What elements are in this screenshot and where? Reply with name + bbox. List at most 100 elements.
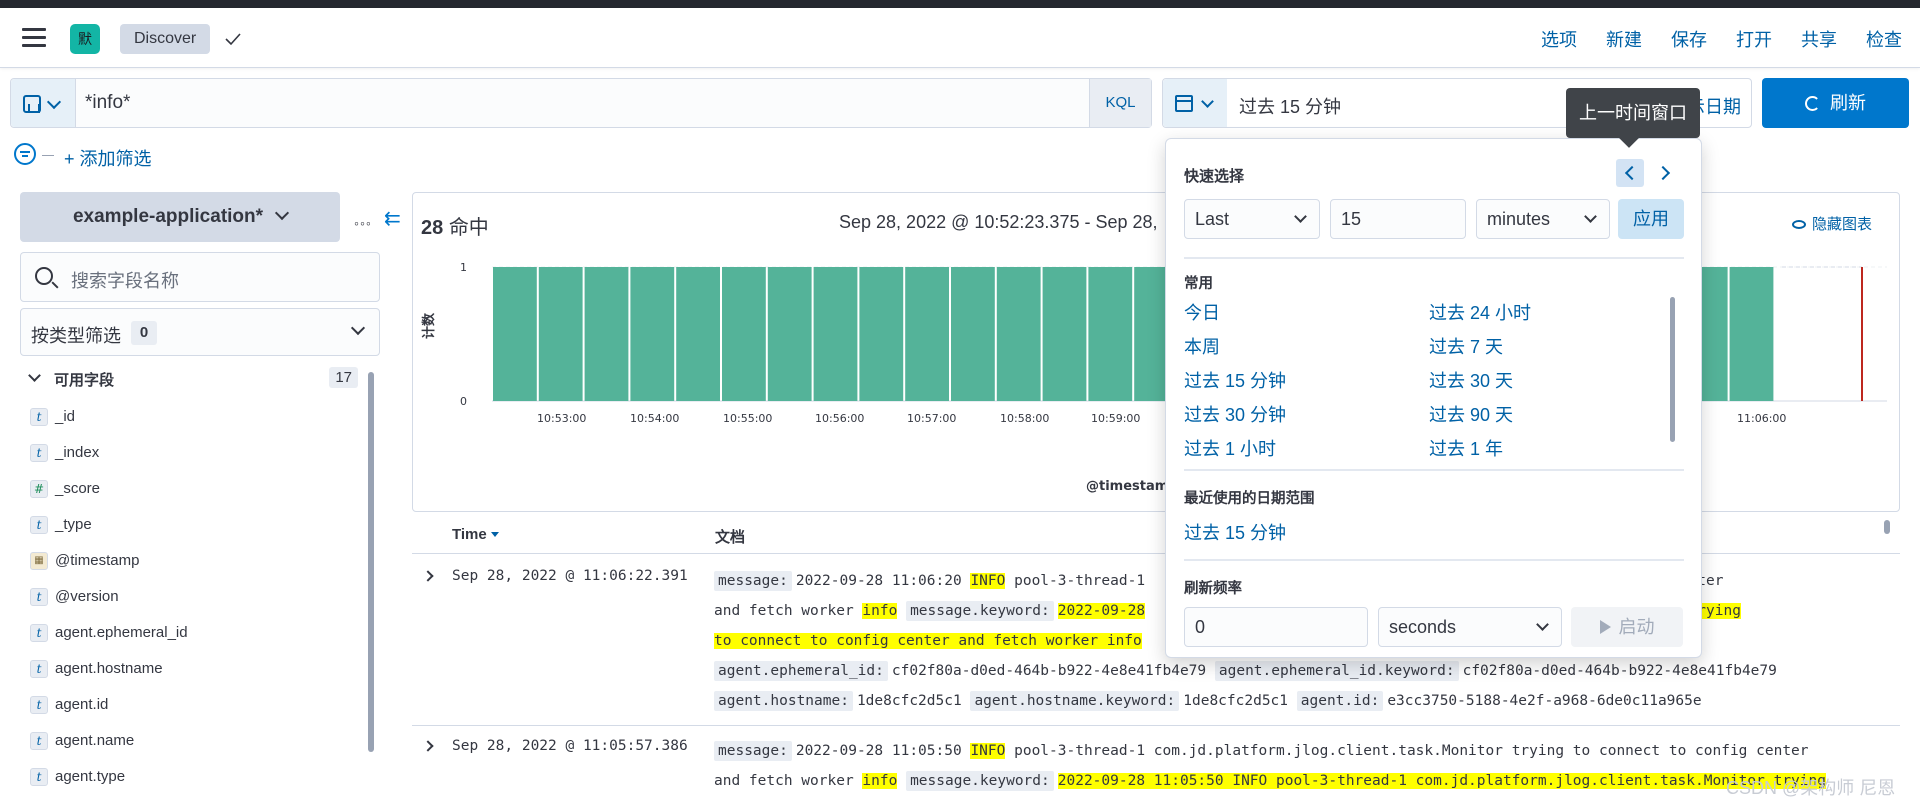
- chevron-down-icon: [274, 205, 290, 221]
- collapse-sidebar-icon[interactable]: ⇇: [384, 206, 401, 231]
- divider: [1184, 559, 1684, 561]
- sidebar-scrollbar[interactable]: [368, 372, 374, 752]
- field-value: pool-3-thread-1 com.jd.platform.jlog.cli…: [1005, 743, 1809, 759]
- available-fields-count: 17: [329, 367, 358, 388]
- saved-query-button[interactable]: [11, 79, 76, 127]
- type-filter-label: 按类型筛选: [31, 326, 121, 346]
- expand-row-icon[interactable]: [422, 740, 434, 752]
- field-item[interactable]: t agent.hostname: [28, 652, 358, 688]
- histogram-bar: [996, 267, 1041, 401]
- next-window-button[interactable]: [1651, 159, 1679, 187]
- x-tick-label: 10:54:00: [630, 412, 679, 425]
- nav-new[interactable]: 新建: [1606, 26, 1642, 52]
- field-item[interactable]: t _type: [28, 508, 358, 544]
- field-item[interactable]: t agent.id: [28, 688, 358, 724]
- highlighted-text: 2022-09-28 11:05:50 INFO pool-3-thread-1…: [1057, 773, 1826, 789]
- field-key: agent.ephemeral_id.keyword:: [1214, 661, 1459, 681]
- more-options-icon[interactable]: ◦◦◦: [354, 215, 372, 231]
- field-key: message:: [714, 571, 792, 591]
- nav-open[interactable]: 打开: [1736, 26, 1772, 52]
- chevron-down-icon: [1201, 95, 1214, 108]
- common-range-link[interactable]: 过去 15 分钟: [1184, 367, 1286, 393]
- apply-button[interactable]: 应用: [1618, 199, 1684, 239]
- field-value: and fetch worker: [714, 773, 863, 789]
- histogram-bar: [584, 267, 629, 401]
- refresh-interval-input[interactable]: 0: [1184, 607, 1368, 647]
- common-range-link[interactable]: 过去 1 年: [1429, 435, 1503, 459]
- table-scrollbar[interactable]: [1884, 520, 1890, 534]
- histogram-bar: [859, 267, 904, 401]
- previous-window-button[interactable]: [1616, 159, 1644, 187]
- expand-row-icon[interactable]: [422, 570, 434, 582]
- amount-input[interactable]: 15: [1330, 199, 1466, 239]
- histogram-bar: [905, 267, 949, 401]
- field-item[interactable]: t agent.type: [28, 760, 358, 796]
- eye-closed-icon: [1792, 220, 1806, 229]
- hits-label: 命中: [448, 217, 489, 239]
- filter-icon[interactable]: [14, 143, 36, 165]
- row-timestamp: Sep 28, 2022 @ 11:06:22.391: [452, 568, 688, 584]
- string-field-icon: t: [30, 408, 48, 426]
- type-filter[interactable]: 按类型筛选 0: [20, 308, 380, 356]
- query-bar: *info* KQL: [10, 78, 1152, 128]
- space-avatar[interactable]: 默: [70, 24, 100, 54]
- field-key: message.keyword:: [906, 771, 1054, 791]
- highlighted-text: info: [862, 773, 898, 789]
- field-item[interactable]: t _index: [28, 436, 358, 472]
- common-range-link[interactable]: 过去 1 小时: [1184, 435, 1276, 459]
- histogram-bar: [1042, 267, 1087, 401]
- hide-chart-label: 隐藏图表: [1812, 216, 1873, 233]
- field-item[interactable]: t @version: [28, 580, 358, 616]
- field-search-placeholder: 搜索字段名称: [71, 271, 179, 291]
- tense-select[interactable]: Last: [1184, 199, 1320, 239]
- x-tick-label: 10:55:00: [723, 412, 772, 425]
- string-field-icon: t: [30, 696, 48, 714]
- string-field-icon: t: [30, 660, 48, 678]
- sort-desc-icon: [490, 532, 499, 537]
- field-name: _index: [55, 444, 100, 461]
- nav-save[interactable]: 保存: [1671, 26, 1707, 52]
- hide-chart-link[interactable]: 隐藏图表: [1792, 213, 1872, 234]
- field-item[interactable]: t _id: [28, 400, 358, 436]
- common-range-link[interactable]: 过去 24 小时: [1429, 299, 1531, 325]
- common-scrollbar[interactable]: [1670, 297, 1675, 442]
- field-name: @version: [55, 588, 119, 605]
- quick-menu-button[interactable]: [1163, 79, 1227, 127]
- common-range-link[interactable]: 过去 7 天: [1429, 333, 1503, 359]
- refresh-button[interactable]: 刷新: [1762, 78, 1909, 128]
- field-name: agent.type: [55, 768, 126, 785]
- common-range-link[interactable]: 过去 30 分钟: [1184, 401, 1286, 427]
- common-range-link[interactable]: 过去 90 天: [1429, 401, 1513, 427]
- query-input[interactable]: *info*: [85, 92, 130, 114]
- add-filter-link[interactable]: + 添加筛选: [64, 145, 152, 171]
- document-line: agent.ephemeral_id: cf02f80a-d0ed-464b-b9…: [714, 656, 1876, 686]
- kql-button[interactable]: KQL: [1089, 79, 1151, 127]
- recent-range-link[interactable]: 过去 15 分钟: [1184, 519, 1286, 545]
- nav-options[interactable]: 选项: [1541, 26, 1577, 52]
- index-pattern-selector[interactable]: example-application*: [20, 192, 340, 242]
- hits-count: 28 命中: [421, 211, 489, 240]
- time-column-header[interactable]: Time: [452, 526, 499, 543]
- refresh-interval-title: 刷新频率: [1184, 581, 1242, 597]
- field-search-input[interactable]: 搜索字段名称: [20, 252, 380, 302]
- start-refresh-button[interactable]: 启动: [1571, 607, 1683, 647]
- unit-select[interactable]: minutes: [1476, 199, 1610, 239]
- breadcrumb[interactable]: Discover: [120, 24, 211, 54]
- highlighted-text: to connect to config center and fetch wo…: [714, 633, 1142, 649]
- field-item[interactable]: t agent.name: [28, 724, 358, 760]
- field-item[interactable]: ▦ @timestamp: [28, 544, 358, 580]
- table-row[interactable]: Sep 28, 2022 @ 11:05:57.386 message: 2022-…: [412, 726, 1900, 806]
- nav-share[interactable]: 共享: [1801, 26, 1837, 52]
- field-item[interactable]: t agent.ephemeral_id: [28, 616, 358, 652]
- common-range-link[interactable]: 今日: [1184, 299, 1220, 325]
- date-range-text[interactable]: 过去 15 分钟: [1239, 93, 1341, 119]
- field-item[interactable]: # _score: [28, 472, 358, 508]
- common-range-link[interactable]: 本周: [1184, 333, 1220, 359]
- common-range-link[interactable]: 过去 30 天: [1429, 367, 1513, 393]
- refresh-unit-select[interactable]: seconds: [1378, 607, 1562, 647]
- available-fields-header[interactable]: 可用字段 17: [28, 367, 358, 391]
- nav-inspect[interactable]: 检查: [1866, 26, 1902, 52]
- field-name: agent.hostname: [55, 660, 163, 677]
- menu-icon[interactable]: [22, 28, 46, 48]
- string-field-icon: t: [30, 588, 48, 606]
